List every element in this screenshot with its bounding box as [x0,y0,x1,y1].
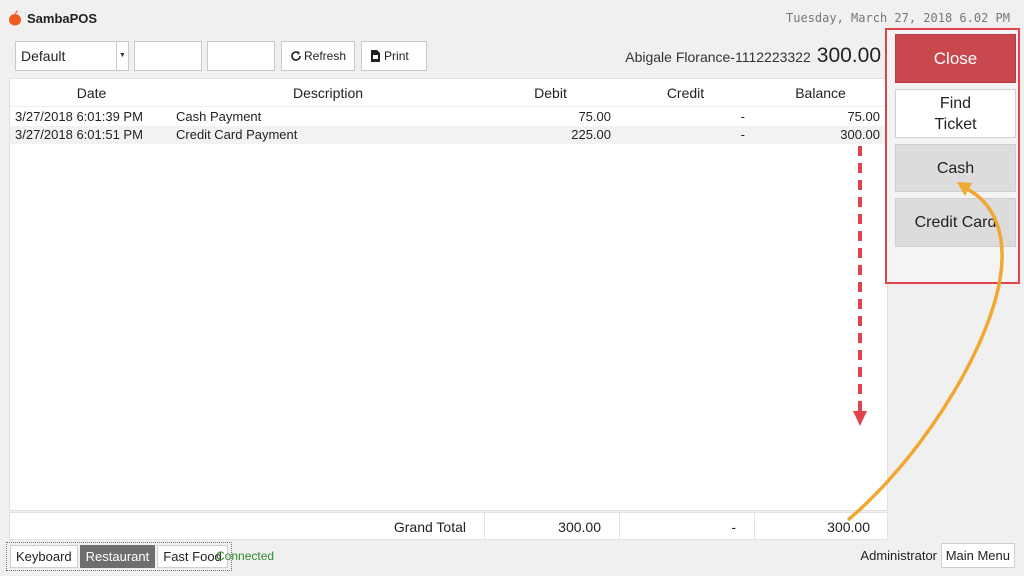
find-ticket-line1: Find [939,94,972,112]
main-menu-label: Main Menu [945,548,1010,563]
title-bar: SambaPOS Tuesday, March 27, 2018 6.02 PM [0,0,1024,36]
column-header-description[interactable]: Description [173,85,483,101]
refresh-label: Refresh [304,48,347,63]
connection-status: Connected [216,549,275,563]
refresh-icon [291,50,301,61]
grand-total-label: Grand Total [393,518,466,535]
account-filter-select[interactable]: Default ▼ [15,40,129,71]
tab-restaurant[interactable]: Restaurant [79,545,156,568]
print-icon [371,49,381,62]
command-panel: Close Find Ticket Cash Credit Card [885,28,1020,284]
grand-total-debit: 300.00 [484,513,619,540]
cash-button[interactable]: Cash [895,144,1016,192]
main-menu-button[interactable]: Main Menu [940,543,1015,568]
table-header: Date Description Debit Credit Balance [10,79,887,107]
customer-balance: 300.00 [816,44,881,67]
start-date-field[interactable] [134,40,202,71]
row-date: 3/27/2018 6:01:39 PM [15,109,143,124]
row-credit: - [740,127,745,142]
dropdown-arrow-icon[interactable]: ▼ [116,41,128,70]
account-filter-value: Default [21,47,66,64]
refresh-button[interactable]: Refresh [281,40,356,71]
find-ticket-label: Find Ticket [934,93,976,135]
row-debit: 75.00 [578,109,611,124]
close-label: Close [933,49,978,68]
column-header-date[interactable]: Date [10,85,173,101]
table-row[interactable]: 3/27/2018 6:01:51 PM Credit Card Payment… [10,126,887,144]
grand-total-row: Grand Total 300.00 - 300.00 [9,512,888,540]
grand-total-credit: - [619,513,754,540]
find-ticket-line2: Ticket [934,115,977,133]
row-description: Credit Card Payment [176,127,298,142]
sambapos-logo-icon [9,10,21,26]
status-bar: Keyboard Restaurant Fast Food Connected … [0,540,1024,576]
find-ticket-button[interactable]: Find Ticket [895,89,1016,138]
credit-card-label: Credit Card [914,214,997,231]
credit-card-button[interactable]: Credit Card [895,198,1016,247]
column-header-debit[interactable]: Debit [483,85,618,101]
toolbar: Default ▼ Refresh Print [15,40,428,71]
current-datetime: Tuesday, March 27, 2018 6.02 PM [786,11,1010,25]
row-credit: - [740,109,745,124]
end-date-field[interactable] [207,40,275,71]
row-debit: 225.00 [571,127,611,142]
row-balance: 300.00 [840,127,880,142]
close-button[interactable]: Close [895,34,1016,83]
row-description: Cash Payment [176,109,262,124]
tab-keyboard[interactable]: Keyboard [10,545,78,568]
table-row[interactable]: 3/27/2018 6:01:39 PM Cash Payment 75.00 … [10,108,887,126]
row-balance: 75.00 [847,109,880,124]
column-header-balance[interactable]: Balance [753,85,888,101]
account-transactions-table: Date Description Debit Credit Balance 3/… [9,78,888,511]
cash-label: Cash [936,159,975,177]
app-name: SambaPOS [27,10,98,26]
app-logo: SambaPOS [8,10,97,26]
print-label: Print [384,48,409,63]
print-button[interactable]: Print [361,40,428,71]
customer-name: Abigale Florance-1112223322 [625,49,811,65]
customer-summary: Abigale Florance-1112223322 300.00 [625,44,881,68]
row-date: 3/27/2018 6:01:51 PM [15,127,143,142]
grand-total-balance: 300.00 [754,513,888,540]
logged-in-user[interactable]: Administrator [860,548,937,563]
column-header-credit[interactable]: Credit [618,85,753,101]
department-tabs: Keyboard Restaurant Fast Food [6,542,232,571]
